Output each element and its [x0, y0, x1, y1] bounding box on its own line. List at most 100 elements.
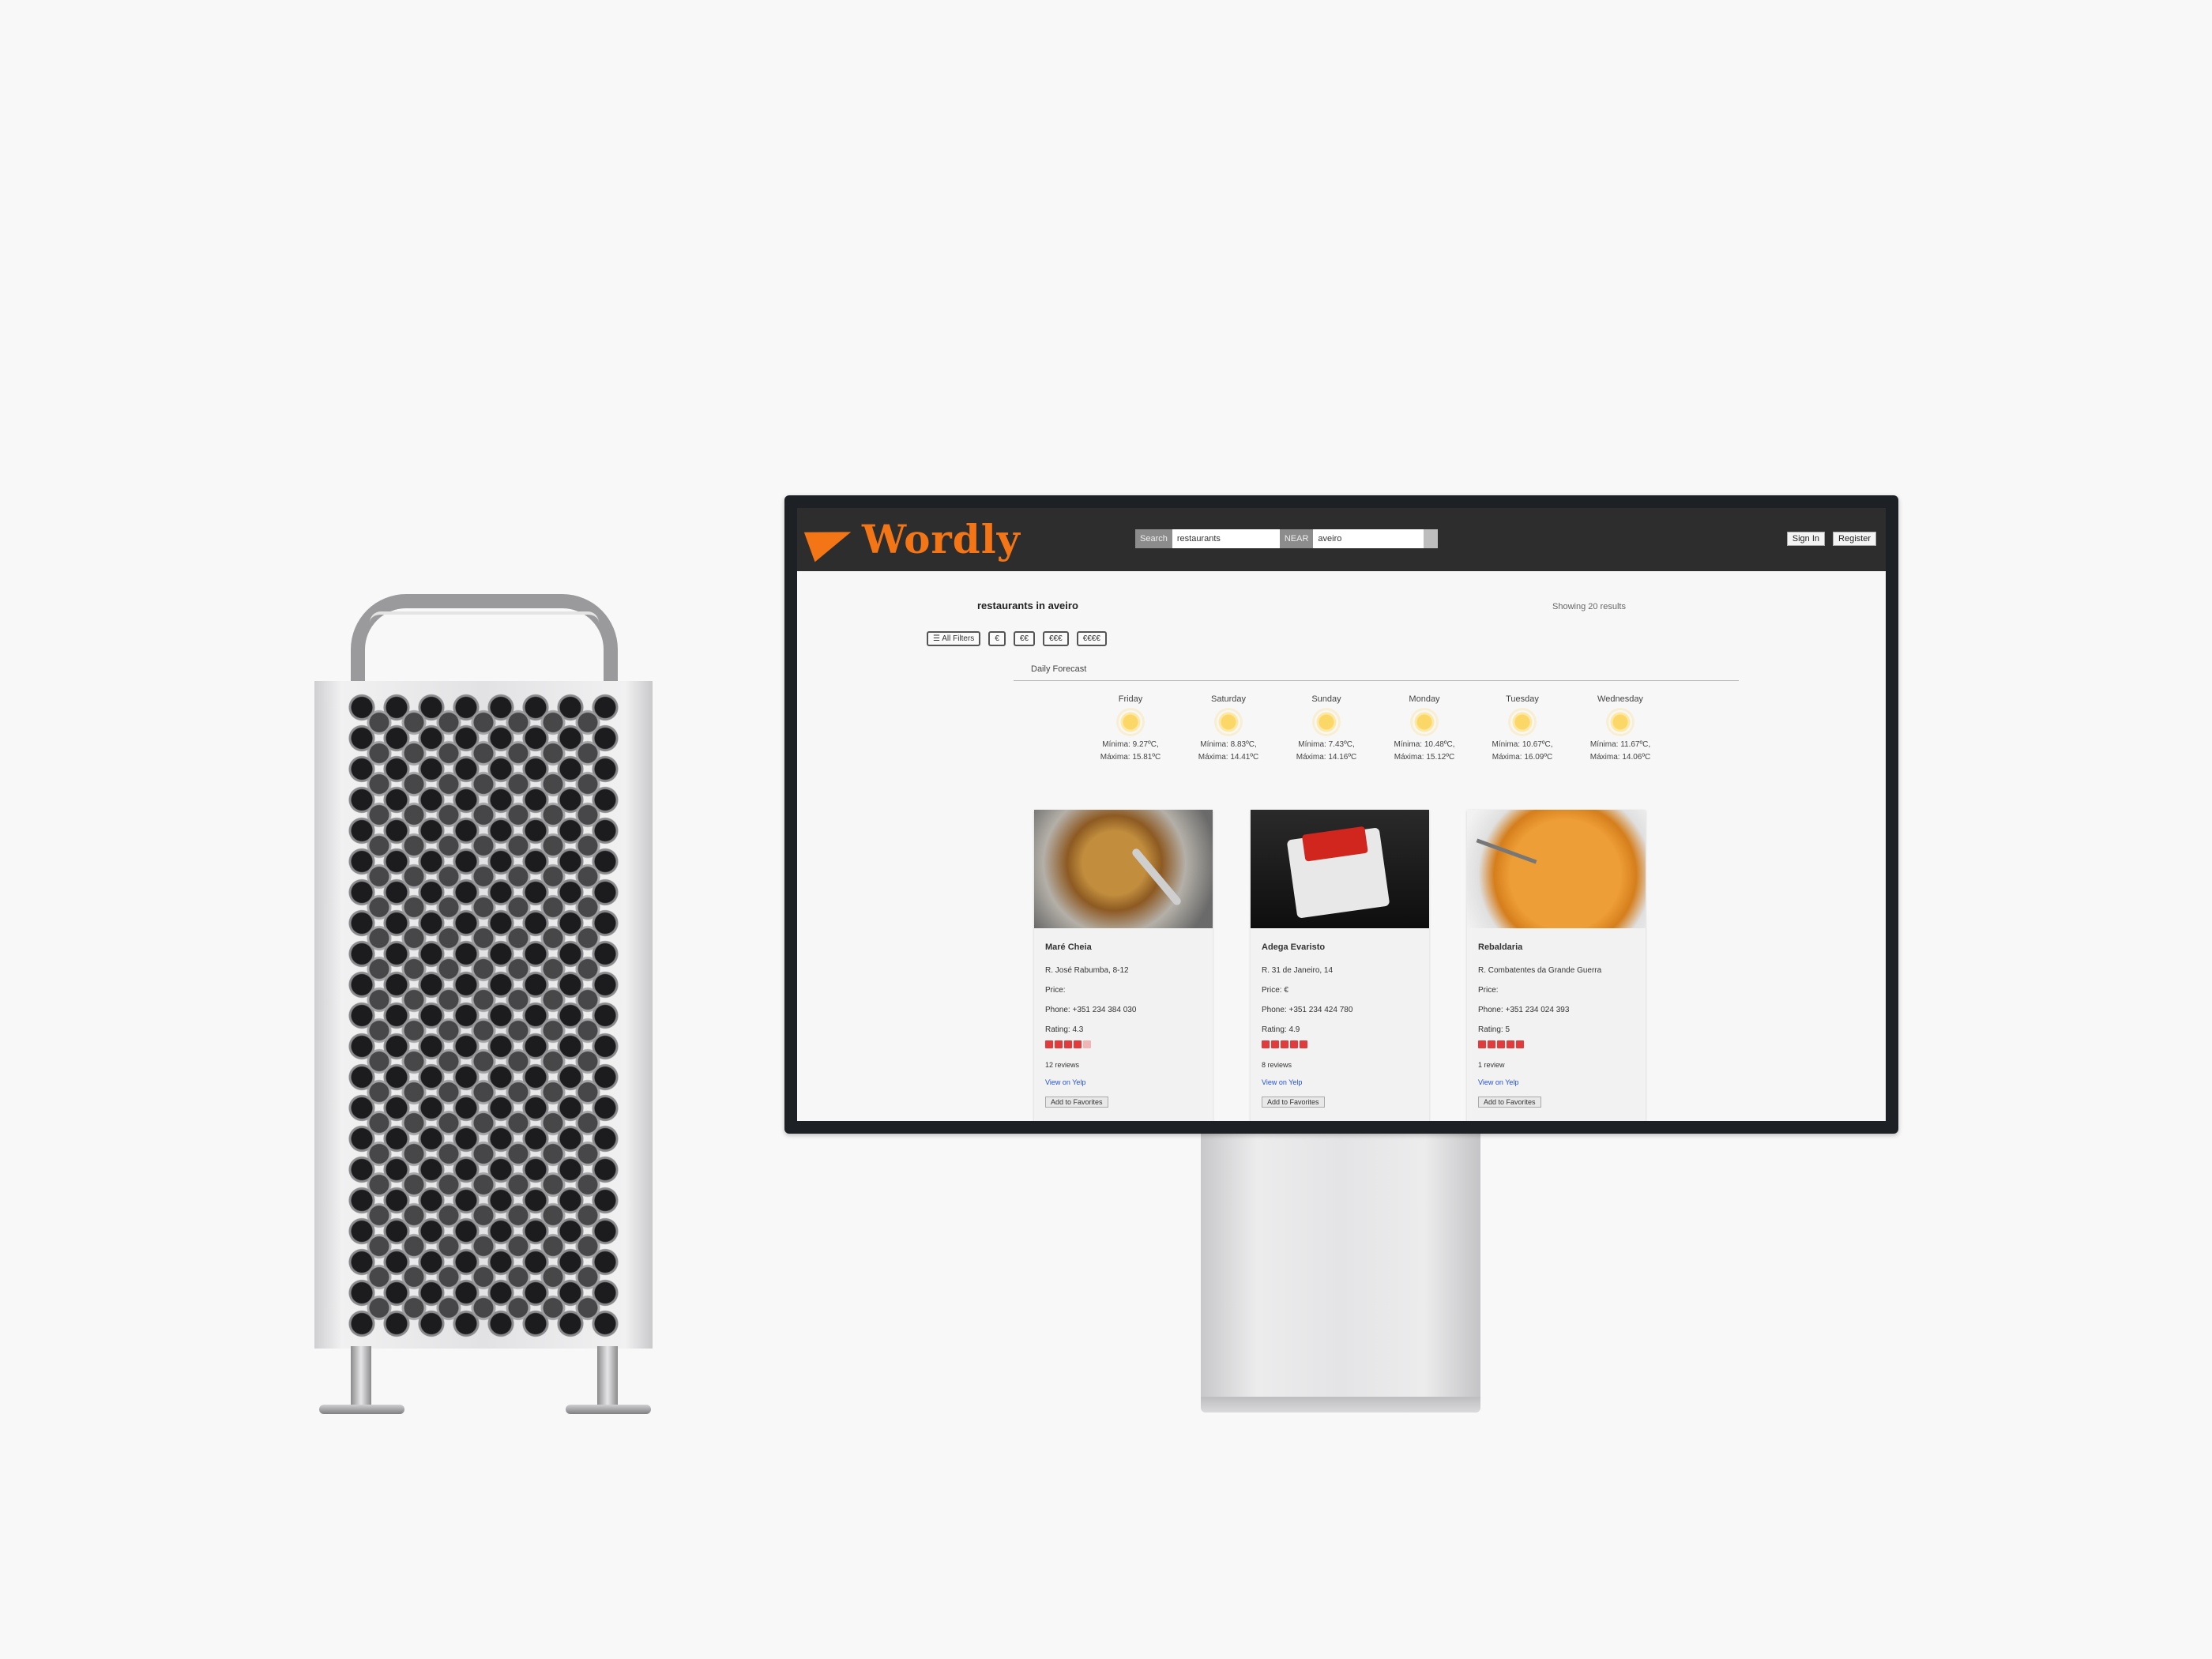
filter-price-1[interactable]: €: [988, 631, 1006, 646]
min-temp: Mínima: 10.67ºC,: [1492, 740, 1553, 749]
filter-all[interactable]: ☰ All Filters: [927, 631, 981, 646]
forecast-day: Monday Mínima: 10.48ºC, Máxima: 15.12ºC: [1375, 694, 1473, 764]
rating-stars: [1478, 1040, 1635, 1048]
star-icon: [1516, 1040, 1524, 1048]
sun-icon: [1315, 710, 1338, 734]
forecast-divider: [1014, 680, 1739, 681]
restaurant-rating: Rating: 5: [1478, 1025, 1510, 1034]
paper-plane-icon: [803, 517, 857, 562]
yelp-link[interactable]: View on Yelp: [1262, 1078, 1418, 1086]
max-temp: Máxima: 15.81ºC: [1100, 753, 1161, 762]
restaurant-address: R. 31 de Janeiro, 14: [1262, 966, 1334, 975]
restaurant-photo[interactable]: [1467, 810, 1646, 928]
day-name: Tuesday: [1506, 694, 1539, 704]
brand-logo[interactable]: Wordly: [803, 516, 1021, 562]
sun-icon: [1608, 710, 1632, 734]
brand-name: Wordly: [862, 516, 1021, 562]
restaurant-phone: Phone: +351 234 024 393: [1478, 1006, 1570, 1014]
restaurant-card: Rebaldaria R. Combatentes da Grande Guer…: [1467, 810, 1646, 1121]
auth-buttons: Sign In Register: [1786, 532, 1876, 546]
monitor-stand-base: [1201, 1397, 1480, 1413]
min-temp: Mínima: 8.83ºC,: [1200, 740, 1257, 749]
star-icon: [1507, 1040, 1514, 1048]
tower-foot-left: [319, 1405, 404, 1414]
filter-price-4[interactable]: €€€€: [1076, 631, 1107, 646]
page-title: restaurants in aveiro: [977, 600, 1078, 611]
results-count: Showing 20 results: [1552, 602, 1626, 611]
restaurant-card: Maré Cheia R. José Rabumba, 8-12 Price: …: [1034, 810, 1213, 1121]
max-temp: Máxima: 15.12ºC: [1394, 753, 1455, 762]
restaurant-rating: Rating: 4.9: [1262, 1025, 1300, 1034]
add-favorite-button[interactable]: Add to Favorites: [1478, 1097, 1541, 1108]
sun-icon: [1119, 710, 1142, 734]
restaurant-photo[interactable]: [1251, 810, 1429, 928]
tower-foot-right: [566, 1405, 651, 1414]
sun-icon: [1217, 710, 1240, 734]
filter-price-2[interactable]: €€: [1013, 631, 1035, 646]
restaurant-photo[interactable]: [1034, 810, 1213, 928]
restaurant-address: R. José Rabumba, 8-12: [1045, 966, 1129, 975]
max-temp: Máxima: 14.41ºC: [1198, 753, 1259, 762]
sun-icon: [1413, 710, 1436, 734]
star-icon: [1083, 1040, 1091, 1048]
register-button[interactable]: Register: [1833, 532, 1876, 546]
yelp-link[interactable]: View on Yelp: [1045, 1078, 1202, 1086]
monitor-stand: [1201, 1131, 1480, 1398]
search-input[interactable]: restaurants: [1172, 529, 1280, 548]
day-name: Monday: [1409, 694, 1440, 704]
forecast-day: Tuesday Mínima: 10.67ºC, Máxima: 16.09ºC: [1473, 694, 1571, 764]
max-temp: Máxima: 14.16ºC: [1296, 753, 1357, 762]
restaurant-phone: Phone: +351 234 384 030: [1045, 1006, 1137, 1014]
restaurant-address: R. Combatentes da Grande Guerra: [1478, 966, 1602, 975]
star-icon: [1281, 1040, 1288, 1048]
day-name: Saturday: [1210, 694, 1247, 704]
star-icon: [1488, 1040, 1495, 1048]
min-temp: Mínima: 9.27ºC,: [1102, 740, 1159, 749]
rating-stars: [1045, 1040, 1202, 1048]
min-temp: Mínima: 10.48ºC,: [1394, 740, 1455, 749]
tower-leg-right: [597, 1346, 618, 1409]
rating-stars: [1262, 1040, 1418, 1048]
forecast-day: Saturday Mínima: 8.83ºC, Máxima: 14.41ºC: [1179, 694, 1277, 764]
restaurant-name: Maré Cheia: [1045, 942, 1092, 952]
forecast-day: Friday Mínima: 9.27ºC, Máxima: 15.81ºC: [1082, 694, 1179, 764]
tower-grill-inner: [362, 707, 605, 1323]
star-icon: [1300, 1040, 1307, 1048]
star-icon: [1045, 1040, 1053, 1048]
forecast-day: Sunday Mínima: 7.43ºC, Máxima: 14.16ºC: [1277, 694, 1375, 764]
star-icon: [1064, 1040, 1072, 1048]
max-temp: Máxima: 16.09ºC: [1492, 753, 1553, 762]
daily-forecast: Friday Mínima: 9.27ºC, Máxima: 15.81ºC S…: [1082, 694, 1669, 764]
star-icon: [1497, 1040, 1505, 1048]
filter-bar: ☰ All Filters € €€ €€€ €€€€: [927, 631, 1107, 646]
screen: Wordly Search restaurants NEAR aveiro Si…: [797, 508, 1886, 1121]
search-label: Search: [1135, 529, 1172, 548]
star-icon: [1055, 1040, 1063, 1048]
day-name: Friday: [1118, 694, 1143, 704]
star-icon: [1271, 1040, 1279, 1048]
restaurant-name: Adega Evaristo: [1262, 942, 1326, 952]
min-temp: Mínima: 7.43ºC,: [1298, 740, 1355, 749]
add-favorite-button[interactable]: Add to Favorites: [1262, 1097, 1325, 1108]
sign-in-button[interactable]: Sign In: [1786, 532, 1826, 546]
location-input[interactable]: aveiro: [1313, 529, 1424, 548]
restaurant-phone: Phone: +351 234 424 780: [1262, 1006, 1353, 1014]
day-name: Wednesday: [1597, 694, 1643, 704]
restaurant-price: Price: €: [1262, 986, 1288, 995]
restaurant-name: Rebaldaria: [1478, 942, 1523, 952]
sun-icon: [1510, 710, 1534, 734]
mac-pro-tower: [314, 594, 653, 1416]
restaurant-list: Maré Cheia R. José Rabumba, 8-12 Price: …: [1034, 810, 1646, 1121]
top-navbar: Wordly Search restaurants NEAR aveiro Si…: [797, 508, 1886, 571]
restaurant-price: Price:: [1478, 986, 1499, 995]
restaurant-price: Price:: [1045, 986, 1066, 995]
filter-price-3[interactable]: €€€: [1043, 631, 1069, 646]
add-favorite-button[interactable]: Add to Favorites: [1045, 1097, 1108, 1108]
restaurant-rating: Rating: 4.3: [1045, 1025, 1084, 1034]
yelp-link[interactable]: View on Yelp: [1478, 1078, 1635, 1086]
day-name: Sunday: [1311, 694, 1341, 704]
star-icon: [1478, 1040, 1486, 1048]
search-button[interactable]: [1424, 529, 1439, 548]
star-icon: [1262, 1040, 1270, 1048]
tower-leg-left: [351, 1346, 371, 1409]
